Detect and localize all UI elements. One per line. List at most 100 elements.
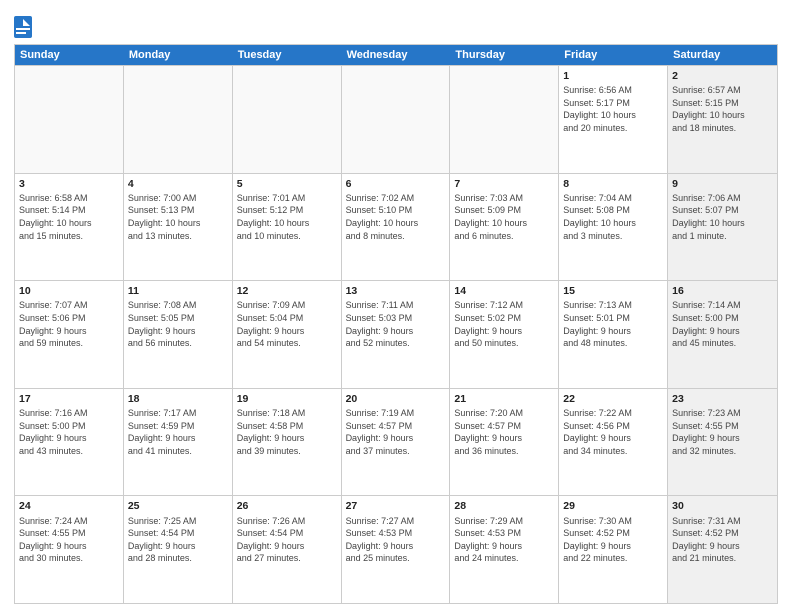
day-number: 24 — [19, 499, 119, 513]
day-info: Sunrise: 6:58 AMSunset: 5:14 PMDaylight:… — [19, 192, 119, 242]
day-info: Sunrise: 7:22 AMSunset: 4:56 PMDaylight:… — [563, 407, 663, 457]
day-info: Sunrise: 7:23 AMSunset: 4:55 PMDaylight:… — [672, 407, 773, 457]
cal-cell: 12Sunrise: 7:09 AMSunset: 5:04 PMDayligh… — [233, 281, 342, 388]
day-number: 19 — [237, 392, 337, 406]
day-number: 16 — [672, 284, 773, 298]
day-info: Sunrise: 7:06 AMSunset: 5:07 PMDaylight:… — [672, 192, 773, 242]
cal-cell: 11Sunrise: 7:08 AMSunset: 5:05 PMDayligh… — [124, 281, 233, 388]
cal-cell: 29 Sunrise: 7:30 AMSunset: 4:52 PMDayligh… — [559, 496, 668, 603]
cal-cell: 21Sunrise: 7:20 AMSunset: 4:57 PMDayligh… — [450, 389, 559, 496]
cal-cell: 6Sunrise: 7:02 AMSunset: 5:10 PMDaylight… — [342, 174, 451, 281]
day-number: 18 — [128, 392, 228, 406]
day-number: 15 — [563, 284, 663, 298]
cal-cell: 18Sunrise: 7:17 AMSunset: 4:59 PMDayligh… — [124, 389, 233, 496]
day-info: Sunrise: 7:30 AMSunset: 4:52 PMDaylight:… — [563, 515, 663, 565]
header-day-wednesday: Wednesday — [342, 45, 451, 65]
day-info: Sunrise: 7:27 AMSunset: 4:53 PMDaylight:… — [346, 515, 446, 565]
cal-cell — [15, 66, 124, 173]
cal-cell: 19Sunrise: 7:18 AMSunset: 4:58 PMDayligh… — [233, 389, 342, 496]
cal-cell: 8Sunrise: 7:04 AMSunset: 5:08 PMDaylight… — [559, 174, 668, 281]
cal-cell: 30 Sunrise: 7:31 AMSunset: 4:52 PMDayligh… — [668, 496, 777, 603]
day-info: Sunrise: 7:26 AMSunset: 4:54 PMDaylight:… — [237, 515, 337, 565]
day-number: 23 — [672, 392, 773, 406]
header-day-monday: Monday — [124, 45, 233, 65]
logo — [14, 16, 35, 38]
day-info: Sunrise: 7:18 AMSunset: 4:58 PMDaylight:… — [237, 407, 337, 457]
cal-row-4: 24 Sunrise: 7:24 AMSunset: 4:55 PMDayligh… — [15, 495, 777, 603]
header-day-saturday: Saturday — [668, 45, 777, 65]
day-info: Sunrise: 7:25 AMSunset: 4:54 PMDaylight:… — [128, 515, 228, 565]
cal-cell: 28Sunrise: 7:29 AMSunset: 4:53 PMDayligh… — [450, 496, 559, 603]
day-info: Sunrise: 7:08 AMSunset: 5:05 PMDaylight:… — [128, 299, 228, 349]
day-number: 8 — [563, 177, 663, 191]
cal-cell: 24 Sunrise: 7:24 AMSunset: 4:55 PMDayligh… — [15, 496, 124, 603]
day-info: Sunrise: 7:00 AMSunset: 5:13 PMDaylight:… — [128, 192, 228, 242]
cal-cell — [233, 66, 342, 173]
cal-cell: 17Sunrise: 7:16 AMSunset: 5:00 PMDayligh… — [15, 389, 124, 496]
page: SundayMondayTuesdayWednesdayThursdayFrid… — [0, 0, 792, 612]
day-info: Sunrise: 7:17 AMSunset: 4:59 PMDaylight:… — [128, 407, 228, 457]
day-info: Sunrise: 7:24 AMSunset: 4:55 PMDaylight:… — [19, 515, 119, 565]
header-day-friday: Friday — [559, 45, 668, 65]
cal-cell: 23Sunrise: 7:23 AMSunset: 4:55 PMDayligh… — [668, 389, 777, 496]
cal-cell: 13Sunrise: 7:11 AMSunset: 5:03 PMDayligh… — [342, 281, 451, 388]
cal-cell: 3Sunrise: 6:58 AMSunset: 5:14 PMDaylight… — [15, 174, 124, 281]
cal-row-2: 10Sunrise: 7:07 AMSunset: 5:06 PMDayligh… — [15, 280, 777, 388]
day-info: Sunrise: 7:16 AMSunset: 5:00 PMDaylight:… — [19, 407, 119, 457]
day-info: Sunrise: 7:04 AMSunset: 5:08 PMDaylight:… — [563, 192, 663, 242]
day-info: Sunrise: 7:14 AMSunset: 5:00 PMDaylight:… — [672, 299, 773, 349]
day-number: 4 — [128, 177, 228, 191]
cal-cell: 5Sunrise: 7:01 AMSunset: 5:12 PMDaylight… — [233, 174, 342, 281]
cal-cell: 20Sunrise: 7:19 AMSunset: 4:57 PMDayligh… — [342, 389, 451, 496]
day-number: 29 — [563, 499, 663, 513]
day-info: Sunrise: 7:29 AMSunset: 4:53 PMDaylight:… — [454, 515, 554, 565]
day-number: 30 — [672, 499, 773, 513]
day-number: 27 — [346, 499, 446, 513]
day-info: Sunrise: 7:31 AMSunset: 4:52 PMDaylight:… — [672, 515, 773, 565]
day-number: 1 — [563, 69, 663, 83]
day-number: 12 — [237, 284, 337, 298]
cal-cell: 22Sunrise: 7:22 AMSunset: 4:56 PMDayligh… — [559, 389, 668, 496]
header-day-thursday: Thursday — [450, 45, 559, 65]
cal-row-1: 3Sunrise: 6:58 AMSunset: 5:14 PMDaylight… — [15, 173, 777, 281]
day-number: 26 — [237, 499, 337, 513]
day-number: 20 — [346, 392, 446, 406]
day-info: Sunrise: 7:09 AMSunset: 5:04 PMDaylight:… — [237, 299, 337, 349]
day-info: Sunrise: 7:03 AMSunset: 5:09 PMDaylight:… — [454, 192, 554, 242]
cal-cell: 27 Sunrise: 7:27 AMSunset: 4:53 PMDayligh… — [342, 496, 451, 603]
cal-cell: 25Sunrise: 7:25 AMSunset: 4:54 PMDayligh… — [124, 496, 233, 603]
cal-cell: 4Sunrise: 7:00 AMSunset: 5:13 PMDaylight… — [124, 174, 233, 281]
header-day-sunday: Sunday — [15, 45, 124, 65]
day-number: 3 — [19, 177, 119, 191]
day-number: 2 — [672, 69, 773, 83]
day-number: 6 — [346, 177, 446, 191]
day-info: Sunrise: 7:11 AMSunset: 5:03 PMDaylight:… — [346, 299, 446, 349]
day-info: Sunrise: 7:12 AMSunset: 5:02 PMDaylight:… — [454, 299, 554, 349]
day-number: 5 — [237, 177, 337, 191]
cal-cell: 26 Sunrise: 7:26 AMSunset: 4:54 PMDayligh… — [233, 496, 342, 603]
cal-cell: 15Sunrise: 7:13 AMSunset: 5:01 PMDayligh… — [559, 281, 668, 388]
header-day-tuesday: Tuesday — [233, 45, 342, 65]
day-info: Sunrise: 7:07 AMSunset: 5:06 PMDaylight:… — [19, 299, 119, 349]
cal-cell: 16Sunrise: 7:14 AMSunset: 5:00 PMDayligh… — [668, 281, 777, 388]
day-number: 22 — [563, 392, 663, 406]
calendar-body: 1Sunrise: 6:56 AMSunset: 5:17 PMDaylight… — [15, 65, 777, 603]
cal-cell: 7Sunrise: 7:03 AMSunset: 5:09 PMDaylight… — [450, 174, 559, 281]
day-number: 13 — [346, 284, 446, 298]
cal-cell: 14Sunrise: 7:12 AMSunset: 5:02 PMDayligh… — [450, 281, 559, 388]
cal-cell: 9Sunrise: 7:06 AMSunset: 5:07 PMDaylight… — [668, 174, 777, 281]
day-number: 21 — [454, 392, 554, 406]
day-number: 10 — [19, 284, 119, 298]
day-number: 17 — [19, 392, 119, 406]
day-info: Sunrise: 7:01 AMSunset: 5:12 PMDaylight:… — [237, 192, 337, 242]
cal-cell: 2Sunrise: 6:57 AMSunset: 5:15 PMDaylight… — [668, 66, 777, 173]
day-number: 11 — [128, 284, 228, 298]
cal-cell: 10Sunrise: 7:07 AMSunset: 5:06 PMDayligh… — [15, 281, 124, 388]
calendar-header: SundayMondayTuesdayWednesdayThursdayFrid… — [15, 45, 777, 65]
day-number: 14 — [454, 284, 554, 298]
day-info: Sunrise: 7:13 AMSunset: 5:01 PMDaylight:… — [563, 299, 663, 349]
day-number: 7 — [454, 177, 554, 191]
day-info: Sunrise: 7:20 AMSunset: 4:57 PMDaylight:… — [454, 407, 554, 457]
day-info: Sunrise: 6:56 AMSunset: 5:17 PMDaylight:… — [563, 84, 663, 134]
logo-icon — [14, 16, 32, 38]
